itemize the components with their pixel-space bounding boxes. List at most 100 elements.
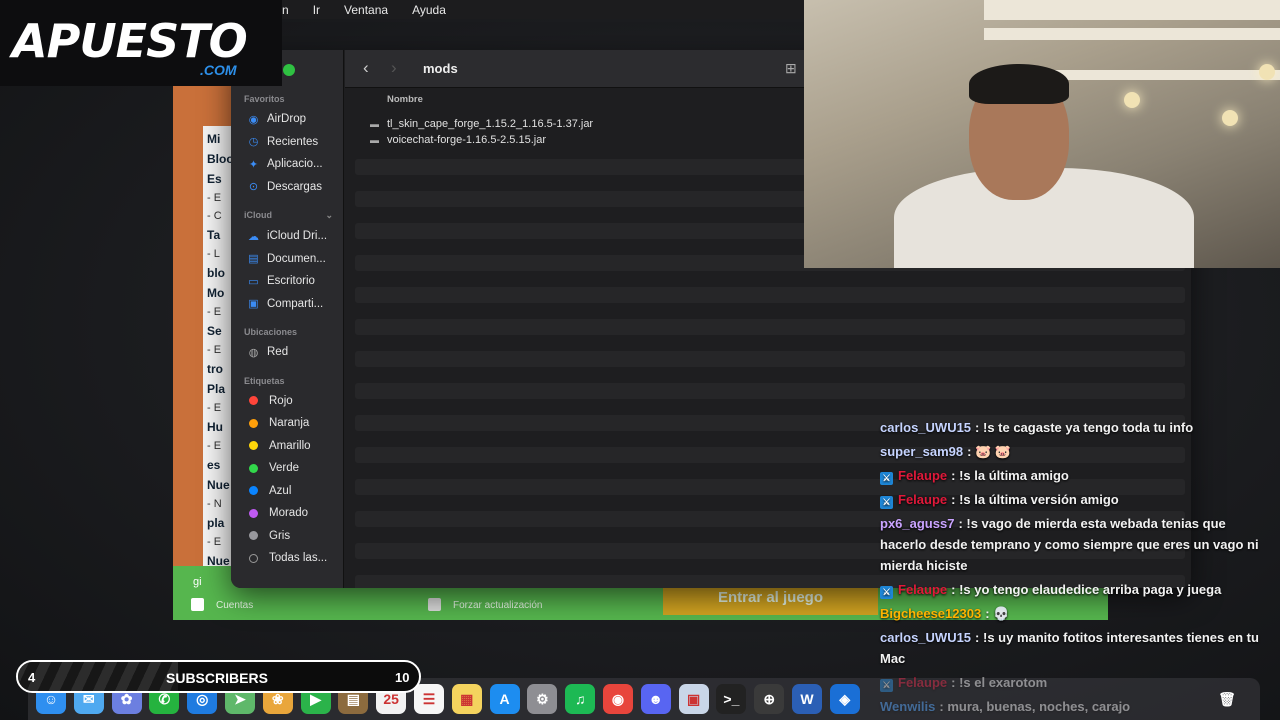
list-row-stripe — [355, 287, 1185, 303]
menu-item-help[interactable]: Ayuda — [412, 3, 446, 17]
discord-icon[interactable]: ☻ — [640, 684, 671, 714]
tag-color-dot-icon — [249, 553, 258, 563]
spotify-icon[interactable]: ♫ — [565, 684, 596, 714]
file-row[interactable]: ▬ tl_skin_cape_forge_1.15.2_1.16.5-1.37.j… — [370, 116, 593, 132]
sidebar-section-header: iCloud ⌄ — [244, 210, 343, 221]
sidebar-item[interactable]: ▣ Comparti... — [231, 293, 343, 316]
sidebar-section-title: Favoritos — [244, 94, 285, 104]
sidebar-item-label: Red — [267, 346, 289, 359]
column-header-name[interactable]: Nombre — [387, 94, 423, 105]
accounts-label: Cuentas — [216, 600, 254, 611]
tag-color-dot-icon — [249, 441, 258, 451]
terminal-icon[interactable]: >_ — [716, 684, 747, 714]
vpn-icon[interactable]: ⊕ — [754, 684, 785, 714]
subscriber-current: 4 — [28, 670, 36, 685]
sidebar-item[interactable]: ▭ Escritorio — [231, 270, 343, 293]
sidebar-section-title: iCloud — [244, 210, 272, 220]
chat-username[interactable]: carlos_UWU15 — [880, 630, 971, 645]
sidebar-item-label: Descargas — [267, 180, 322, 193]
sidebar-tag-item[interactable]: Todas las... — [231, 547, 343, 570]
trash-icon[interactable]: 🗑 — [1212, 684, 1242, 714]
file-row[interactable]: ▬ voicechat-forge-1.16.5-2.5.15.jar — [370, 132, 546, 148]
chat-username[interactable]: Felaupe — [898, 492, 947, 507]
sidebar-section-title: Etiquetas — [244, 375, 285, 386]
finder-sidebar: Favoritos ◉ AirDrop ◷ Recientes ✦ Aplicacio...… — [231, 50, 344, 588]
chat-username[interactable]: px6_aguss7 — [880, 516, 954, 531]
sidebar-item[interactable]: ◷ Recientes — [231, 131, 343, 154]
back-chevron-icon[interactable]: ‹ — [363, 58, 369, 78]
grid-view-icon[interactable]: ⊞ — [785, 60, 797, 77]
sidebar-item-label: Documen... — [267, 252, 326, 265]
jar-file-icon: ▬ — [370, 135, 379, 145]
chat-text: : !s yo tengo elaudedice arriba paga y j… — [951, 582, 1222, 597]
sidebar-tag-label: Azul — [269, 484, 292, 497]
sidebar-tag-label: Todas las... — [269, 552, 328, 565]
chat-text: : !s la última versión amigo — [951, 492, 1119, 507]
appstore-icon[interactable]: A — [489, 684, 520, 714]
chat-username[interactable]: carlos_UWU15 — [880, 420, 971, 435]
sidebar-tag-label: Amarillo — [269, 439, 311, 452]
chat-username[interactable]: Bigcheese12303 — [880, 606, 981, 621]
chat-username[interactable]: super_sam98 — [880, 444, 963, 459]
file-name: voicechat-forge-1.16.5-2.5.15.jar — [387, 134, 546, 146]
folder-title: mods — [423, 61, 458, 76]
forward-chevron-icon[interactable]: › — [391, 58, 397, 78]
notes-icon[interactable]: ▦ — [451, 684, 482, 714]
chat-message: Bigcheese12303: 💀 — [880, 603, 1272, 624]
sidebar-item[interactable]: ◉ AirDrop — [231, 108, 343, 131]
document-icon: ▤ — [248, 253, 259, 266]
apuesto-logo: APUESTO .COM — [0, 0, 282, 86]
tag-color-dot-icon — [249, 486, 258, 496]
jar-file-icon: ▬ — [370, 119, 379, 129]
chat-username[interactable]: Felaupe — [898, 468, 947, 483]
reminders-icon[interactable]: ☰ — [414, 684, 444, 714]
word-icon[interactable]: W — [792, 684, 822, 714]
logo-suffix: .COM — [200, 62, 237, 78]
sidebar-tag-item[interactable]: Azul — [231, 480, 343, 503]
chat-message: carlos_UWU15: !s uy manito fotitos inter… — [880, 627, 1272, 669]
sidebar-item-label: Comparti... — [267, 297, 324, 310]
sidebar-item[interactable]: ◍ Red — [231, 341, 343, 364]
chat-message: ⚔ Felaupe: !s yo tengo elaudedice arriba … — [880, 579, 1272, 600]
accounts-checkbox[interactable] — [191, 598, 204, 611]
sidebar-tag-item[interactable]: Naranja — [231, 412, 343, 435]
menu-item-go[interactable]: Ir — [313, 3, 320, 17]
list-row-stripe — [355, 351, 1185, 367]
download-icon: ⊙ — [248, 181, 259, 194]
sidebar-tag-label: Rojo — [269, 394, 293, 407]
launcher-partial-text: gi — [193, 576, 202, 588]
clock-icon: ◷ — [248, 136, 259, 149]
logo-brand: APUESTO — [12, 14, 248, 68]
sidebar-item[interactable]: ▤ Documen... — [231, 248, 343, 271]
force-update-checkbox[interactable] — [428, 598, 441, 611]
sidebar-tag-item[interactable]: Morado — [231, 502, 343, 525]
stream-chat: carlos_UWU15 : !s te cagaste ya tengo tod… — [880, 417, 1272, 720]
sidebar-tag-item[interactable]: Amarillo — [231, 435, 343, 458]
chat-text: : !s te cagaste ya tengo toda tu info — [975, 420, 1194, 435]
virtualbox-icon[interactable]: ◈ — [829, 684, 860, 714]
chat-text: : 🐷 🐷 — [967, 444, 1012, 459]
zoom-window-button[interactable] — [283, 64, 295, 76]
chevron-down-icon[interactable]: ⌄ — [325, 210, 333, 221]
force-update-label: Forzar actualización — [453, 600, 543, 611]
chat-username[interactable]: Felaupe — [898, 582, 947, 597]
sidebar-item-label: Aplicacio... — [267, 158, 323, 171]
list-row-stripe — [355, 319, 1185, 335]
sidebar-item[interactable]: ⊙ Descargas — [231, 176, 343, 199]
sidebar-tag-label: Naranja — [269, 417, 310, 430]
sidebar-tag-item[interactable]: Rojo — [231, 390, 343, 413]
settings-icon[interactable]: ⚙ — [527, 684, 558, 714]
moderator-badge-icon: ⚔ — [880, 496, 893, 509]
menu-item-window[interactable]: Ventana — [344, 3, 388, 17]
preview-icon[interactable]: ▣ — [678, 684, 709, 714]
sidebar-item[interactable]: ☁ iCloud Dri... — [231, 225, 343, 248]
network-icon: ◍ — [248, 346, 259, 359]
chrome-icon[interactable]: ◉ — [603, 684, 633, 714]
menu-item[interactable]: n — [282, 3, 289, 17]
tag-color-dot-icon — [249, 418, 258, 428]
sidebar-tag-item[interactable]: Verde — [231, 457, 343, 480]
sidebar-tag-item[interactable]: Gris — [231, 525, 343, 548]
sidebar-item[interactable]: ✦ Aplicacio... — [231, 153, 343, 176]
